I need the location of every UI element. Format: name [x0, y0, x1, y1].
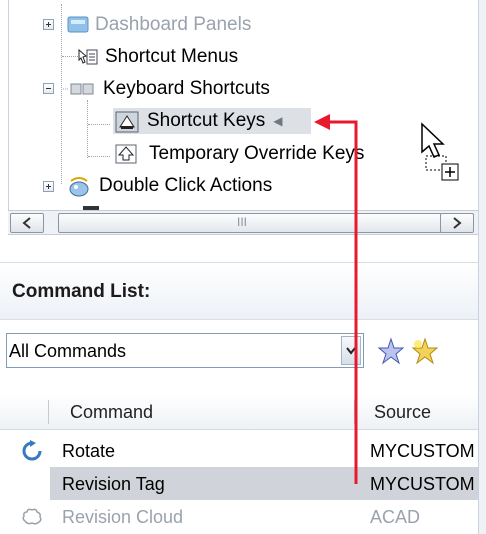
shortcut-keys-icon	[115, 111, 139, 133]
horizontal-scrollbar[interactable]: III	[8, 210, 478, 235]
tree-connector	[61, 4, 62, 184]
dropdown-arrow-button[interactable]	[341, 336, 361, 365]
chevron-left-icon	[22, 217, 31, 229]
shortcut-menus-icon	[77, 47, 99, 67]
collapse-icon[interactable]	[43, 83, 54, 94]
scroll-right-button[interactable]	[440, 213, 474, 233]
command-row[interactable]: Rotate MYCUSTOM	[0, 434, 478, 467]
expand-icon[interactable]	[43, 19, 54, 30]
tree-connector	[88, 124, 110, 125]
chevron-down-icon	[346, 346, 356, 355]
column-header-source[interactable]: Source	[374, 394, 431, 430]
tree-item-keyboard-shortcuts[interactable]: Keyboard Shortcuts	[63, 76, 270, 102]
star-icon[interactable]	[376, 336, 406, 366]
keyboard-icon	[63, 79, 97, 99]
command-list-header: Command List:	[0, 262, 478, 320]
expand-icon[interactable]	[43, 181, 54, 192]
temporary-override-icon	[115, 144, 137, 164]
command-list-title: Command List:	[12, 281, 151, 302]
command-grid-header: Command Source	[0, 394, 478, 430]
drag-copy-cursor-icon	[420, 122, 470, 192]
command-row-selected[interactable]: Revision Tag MYCUSTOM	[0, 467, 478, 500]
double-click-icon	[67, 176, 89, 197]
column-header-command[interactable]: Command	[70, 394, 153, 430]
rotate-icon	[20, 439, 44, 463]
tree-connector	[62, 56, 78, 57]
chevron-right-icon	[453, 217, 462, 229]
tree-item-double-click-actions[interactable]: Double Click Actions	[67, 173, 272, 199]
tree-connector	[88, 156, 110, 157]
new-command-star-icon[interactable]	[410, 336, 440, 366]
scroll-left-button[interactable]	[10, 213, 44, 233]
tree-item-shortcut-menus[interactable]: Shortcut Menus	[77, 44, 238, 70]
column-separator	[354, 400, 355, 424]
command-filter-dropdown[interactable]: All Commands	[6, 333, 364, 368]
dashboard-panels-icon	[67, 15, 89, 35]
caret-left-icon: ◀	[273, 114, 283, 128]
scroll-thumb[interactable]: III	[58, 213, 442, 233]
tree-item-dashboard-panels[interactable]: Dashboard Panels	[67, 12, 251, 38]
panel-edge	[478, 0, 486, 534]
column-separator	[48, 400, 49, 424]
tree-item-temporary-override-keys[interactable]: Temporary Override Keys	[115, 141, 364, 167]
command-row[interactable]: Revision Cloud ACAD	[0, 500, 478, 533]
customization-tree[interactable]: Dashboard Panels Shortcut Menus Keyboard…	[8, 0, 480, 234]
tree-connector	[87, 100, 88, 158]
scroll-grip-icon: III	[237, 215, 248, 229]
revision-cloud-icon	[20, 505, 44, 529]
tree-item-shortcut-keys[interactable]: Shortcut Keys ◀	[111, 108, 311, 134]
